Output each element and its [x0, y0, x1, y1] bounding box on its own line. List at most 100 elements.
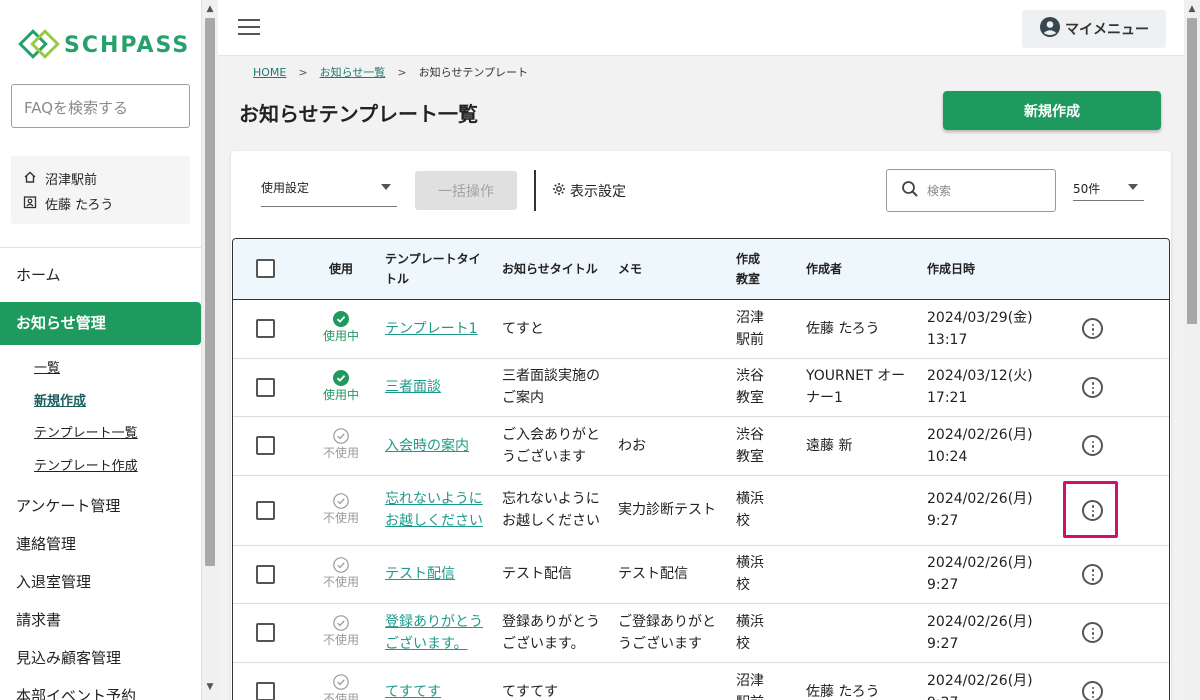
per-page-value: 50件: [1073, 182, 1101, 196]
more-vert-icon[interactable]: [1082, 681, 1103, 700]
col-notice-title[interactable]: お知らせタイトル: [498, 239, 614, 299]
table-row[interactable]: 不使用 テスト配信 テスト配信 テスト配信 横浜校 2024/02/26(月) 9:27: [233, 545, 1169, 604]
table-row[interactable]: 使用中 三者面談 三者面談実施のご案内 渋谷教室 YOURNET オーナー1 2024/0…: [233, 358, 1169, 417]
row-checkbox[interactable]: [256, 623, 275, 642]
breadcrumb-notice-list[interactable]: お知らせ一覧: [320, 64, 386, 80]
classroom-cell: 沼津駅前: [732, 662, 802, 700]
breadcrumb-separator: >: [298, 65, 308, 79]
main-scrollbar[interactable]: ▲: [1184, 0, 1200, 700]
user-badge-icon: [23, 195, 45, 213]
faq-search-input[interactable]: FAQを検索する: [11, 84, 190, 128]
check-circle-outline-icon: [305, 556, 377, 573]
sidebar-subitem-template-create[interactable]: テンプレート作成: [0, 451, 201, 484]
usage-status-cell: 不使用: [301, 545, 381, 604]
memo-cell: [614, 358, 732, 417]
sidebar-scroll-thumb[interactable]: [205, 18, 215, 566]
sidebar-item-notice-management[interactable]: お知らせ管理: [0, 302, 201, 345]
usage-status-cell: 使用中: [301, 299, 381, 359]
user-line: 佐藤 たろう: [23, 191, 190, 216]
classroom-cell: 渋谷教室: [732, 358, 802, 417]
row-checkbox[interactable]: [256, 377, 275, 397]
usage-status-cell: 不使用: [301, 603, 381, 663]
template-title-link[interactable]: てすてす: [381, 662, 498, 700]
logo[interactable]: SCHPASS: [18, 28, 190, 62]
table-row[interactable]: 不使用 登録ありがとうございます。 登録ありがとうございます。 ご登録ありがとうござい…: [233, 603, 1169, 663]
actions-cell: [1073, 416, 1169, 476]
row-checkbox[interactable]: [256, 682, 275, 700]
usage-filter-select[interactable]: 使用設定: [261, 177, 397, 207]
row-checkbox[interactable]: [256, 500, 275, 520]
sidebar-scrollbar[interactable]: ▲ ▼: [202, 0, 218, 700]
check-circle-outline-icon: [305, 674, 377, 690]
sidebar-divider: [0, 247, 201, 248]
table-row[interactable]: 不使用 入会時の案内 ご入会ありがとうございます わお 渋谷教室 遠藤 新 2024/02/…: [233, 416, 1169, 476]
col-creator[interactable]: 作成者: [802, 239, 923, 299]
row-checkbox[interactable]: [256, 436, 275, 455]
bulk-action-button[interactable]: 一括操作: [415, 171, 517, 210]
template-title-link[interactable]: 入会時の案内: [381, 416, 498, 476]
sidebar-subitem-template-list[interactable]: テンプレート一覧: [0, 418, 201, 451]
main-scroll-up-arrow-icon[interactable]: ▲: [1187, 4, 1197, 14]
hamburger-menu-icon[interactable]: [238, 19, 260, 37]
scroll-down-arrow-icon[interactable]: ▼: [205, 682, 215, 692]
usage-status-cell: 不使用: [301, 662, 381, 700]
table-row[interactable]: 不使用 忘れないようにお越しください 忘れないようにお越しください 実力診断テスト 横浜…: [233, 475, 1169, 546]
display-settings-label: 表示設定: [570, 184, 626, 200]
col-classroom[interactable]: 作成教室: [732, 239, 802, 299]
sidebar-item-invoice[interactable]: 請求書: [0, 601, 201, 639]
template-title-link[interactable]: 三者面談: [381, 358, 498, 417]
search-placeholder: 検索: [927, 184, 952, 198]
sidebar-item-contact[interactable]: 連絡管理: [0, 525, 201, 563]
my-menu-button[interactable]: マイメニュー: [1022, 10, 1166, 48]
context-box: 沼津駅前 佐藤 たろう: [11, 156, 190, 224]
home-icon: [23, 170, 45, 188]
more-vert-icon[interactable]: [1082, 563, 1103, 585]
sidebar-subitem-list[interactable]: 一覧: [0, 353, 201, 386]
create-new-button[interactable]: 新規作成: [943, 91, 1161, 130]
search-input[interactable]: 検索: [886, 169, 1056, 212]
school-name: 沼津駅前: [45, 173, 98, 188]
actions-cell: [1073, 662, 1169, 700]
sidebar-subitem-new[interactable]: 新規作成: [0, 386, 201, 419]
notice-title-cell: テスト配信: [498, 545, 614, 604]
sidebar-item-prospect[interactable]: 見込み顧客管理: [0, 639, 201, 677]
notice-title-cell: てすと: [498, 299, 614, 359]
per-page-select[interactable]: 50件: [1073, 177, 1144, 201]
breadcrumb-current: お知らせテンプレート: [418, 66, 529, 79]
more-vert-icon[interactable]: [1082, 318, 1103, 339]
breadcrumb-home[interactable]: HOME: [253, 66, 286, 79]
more-vert-icon[interactable]: [1082, 376, 1103, 398]
col-usage[interactable]: 使用: [301, 239, 381, 299]
sidebar-item-attendance[interactable]: 入退室管理: [0, 563, 201, 601]
top-bar: マイメニュー: [218, 0, 1184, 56]
col-actions: [1073, 239, 1169, 299]
usage-status-cell: 不使用: [301, 416, 381, 476]
scroll-up-arrow-icon[interactable]: ▲: [205, 4, 215, 14]
col-template-title[interactable]: テンプレートタイトル: [381, 239, 498, 299]
col-memo[interactable]: メモ: [614, 239, 732, 299]
table-row[interactable]: 使用中 テンプレート1 てすと 沼津駅前 佐藤 たろう 2024/03/29(金) 13:…: [233, 299, 1169, 359]
template-title-link[interactable]: テンプレート1: [381, 299, 498, 359]
usage-status-cell: 不使用: [301, 475, 381, 546]
row-checkbox[interactable]: [256, 319, 275, 338]
table-row[interactable]: 不使用 てすてすてすてす 沼津駅前佐藤 たろう2024/02/26(月) 9:27: [233, 662, 1169, 700]
template-title-link[interactable]: テスト配信: [381, 545, 498, 604]
classroom-cell: 渋谷教室: [732, 416, 802, 476]
col-created-at[interactable]: 作成日時: [923, 239, 1073, 299]
display-settings-button[interactable]: 表示設定: [552, 181, 626, 201]
template-title-link[interactable]: 忘れないようにお越しください: [381, 475, 498, 546]
creator-cell: [802, 475, 923, 546]
usage-status-cell: 使用中: [301, 358, 381, 417]
more-vert-icon[interactable]: [1082, 622, 1103, 643]
main-scroll-thumb[interactable]: [1187, 18, 1197, 324]
more-vert-icon[interactable]: [1082, 435, 1103, 456]
sidebar-item-home[interactable]: ホーム: [0, 256, 201, 294]
select-all-checkbox[interactable]: [256, 259, 275, 279]
row-checkbox[interactable]: [256, 564, 275, 584]
sidebar-item-survey[interactable]: アンケート管理: [0, 487, 201, 525]
sidebar-item-event[interactable]: 本部イベント予約: [0, 677, 201, 700]
template-title-link[interactable]: 登録ありがとうございます。: [381, 603, 498, 663]
classroom-cell: 沼津駅前: [732, 299, 802, 359]
row-select-cell: [233, 662, 301, 700]
actions-cell: [1073, 358, 1169, 417]
